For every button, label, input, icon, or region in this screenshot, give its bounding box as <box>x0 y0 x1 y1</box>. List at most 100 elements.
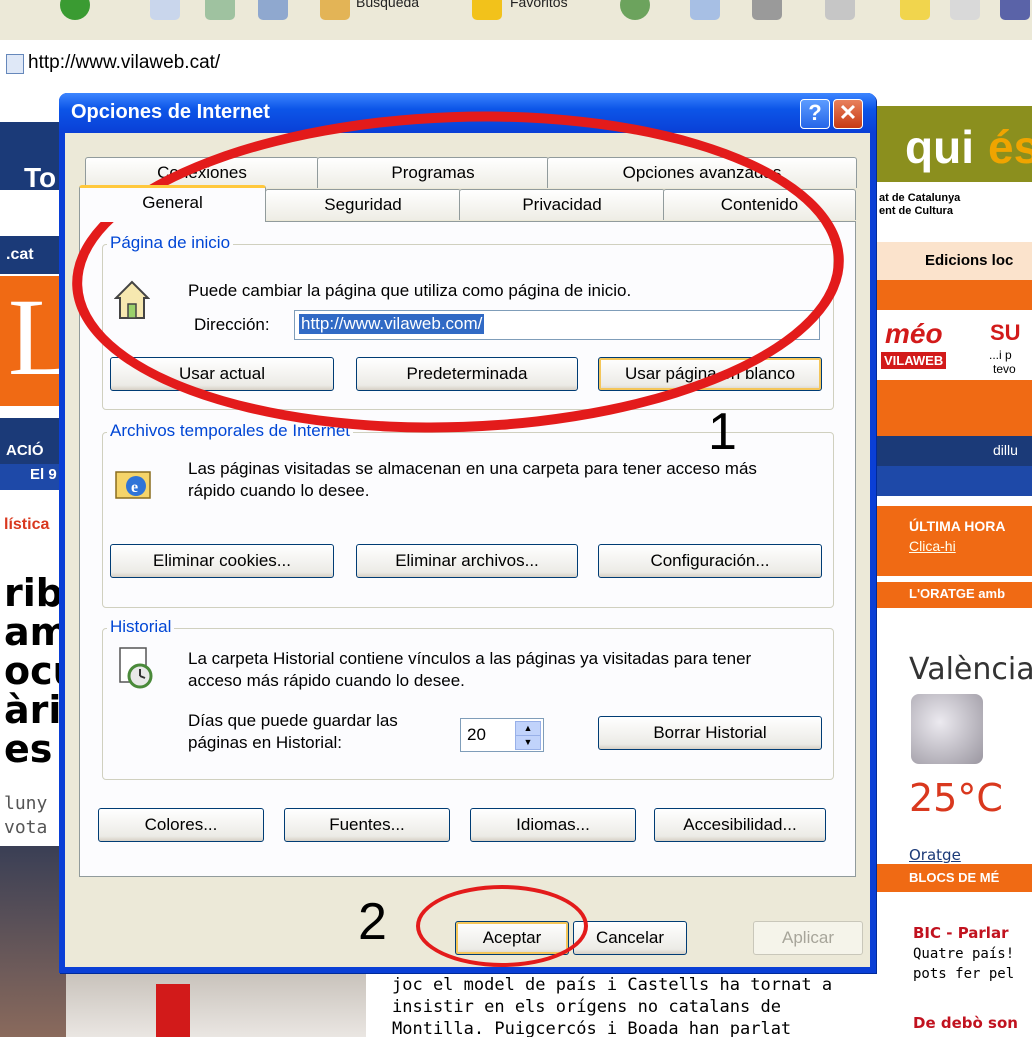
tab-contenido[interactable]: Contenido <box>663 189 856 220</box>
spin-down-icon[interactable]: ▼ <box>515 735 541 750</box>
history-desc-line2: acceso más rápido cuando lo desee. <box>188 671 465 690</box>
history-legend: Historial <box>107 617 175 637</box>
home-page-description: Puede cambiar la página que utiliza como… <box>188 281 632 300</box>
address-bar[interactable]: http://www.vilaweb.cat/ <box>0 40 1032 87</box>
stop-icon[interactable] <box>150 0 180 20</box>
left-num-text: El 9 <box>30 466 57 483</box>
settings-button[interactable]: Configuración... <box>598 544 822 578</box>
delete-files-button[interactable]: Eliminar archivos... <box>356 544 578 578</box>
blocs-header: BLOCS DE MÉ <box>909 870 1000 885</box>
left-menu-text: ACIÓ <box>6 442 44 459</box>
use-default-button[interactable]: Predeterminada <box>356 357 578 391</box>
svg-text:e: e <box>131 479 138 496</box>
right-column: qui és at de Catalunya ent de Cultura Ed… <box>875 86 1032 1037</box>
date-band-2 <box>877 466 1032 496</box>
cancel-button[interactable]: Cancelar <box>573 921 687 955</box>
favorites-star-icon[interactable] <box>472 0 502 20</box>
bic-title[interactable]: BIC - Parlar <box>913 924 1008 942</box>
days-stepper[interactable]: 20 ▲ ▼ <box>460 718 544 752</box>
brand-sub: at de Catalunya ent de Cultura <box>879 192 960 218</box>
red-cross-icon <box>156 984 190 1037</box>
dialog-titlebar[interactable]: Opciones de Internet ? ✕ <box>59 93 876 133</box>
brand-qui: qui <box>905 121 974 173</box>
debo-title[interactable]: De debò son <box>913 1014 1018 1032</box>
ie-folder-icon: e <box>114 460 152 500</box>
home-icon[interactable] <box>258 0 288 20</box>
tab-conexiones[interactable]: Conexiones <box>85 157 319 188</box>
article-line: joc el model de país i Castells ha torna… <box>392 975 833 995</box>
left-sub: luny vota <box>4 792 47 840</box>
spin-up-icon[interactable]: ▲ <box>515 721 541 736</box>
sub-line: vota <box>4 817 48 838</box>
history-icon[interactable] <box>620 0 650 20</box>
annotation-number-2: 2 <box>358 893 387 951</box>
days-label-line2: páginas en Historial: <box>188 733 343 752</box>
date-text: dillu <box>993 442 1018 458</box>
accessibility-button[interactable]: Accesibilidad... <box>654 808 826 842</box>
left-section: lística <box>4 516 50 533</box>
left-header-text: To <box>24 162 57 193</box>
promo-line3: tevo <box>993 362 1016 376</box>
use-blank-button[interactable]: Usar página en blanco <box>598 357 822 391</box>
use-current-button[interactable]: Usar actual <box>110 357 334 391</box>
search-toolbar-label[interactable]: Búsqueda <box>356 0 419 10</box>
days-label-line1: Días que puede guardar las <box>188 711 398 730</box>
oratge-link[interactable]: Oratge <box>909 846 961 864</box>
promo-meo: méo <box>885 318 943 349</box>
folder-icon[interactable] <box>900 0 930 20</box>
annotation-number-1: 1 <box>708 403 737 461</box>
edicions-link[interactable]: Edicions loc <box>925 252 1013 269</box>
edit-icon[interactable] <box>825 0 855 20</box>
brand-sub-line: at de Catalunya <box>879 192 961 204</box>
tab-general[interactable]: General <box>79 185 266 222</box>
mail-icon[interactable] <box>690 0 720 20</box>
temperature: 25°C <box>909 776 1003 820</box>
dialog-client: Conexiones Programas Opciones avanzadas … <box>65 133 870 967</box>
browser-toolbar: Búsqueda Favoritos <box>0 0 1032 41</box>
days-value: 20 <box>467 725 486 744</box>
back-icon[interactable] <box>60 0 90 20</box>
history-clock-icon <box>116 646 154 690</box>
moon-cloud-icon <box>911 694 983 764</box>
search-toolbar-icon[interactable] <box>320 0 350 20</box>
print-icon[interactable] <box>752 0 782 20</box>
home-address-value: http://www.vilaweb.com/ <box>299 314 485 334</box>
address-url[interactable]: http://www.vilaweb.cat/ <box>28 52 220 74</box>
fonts-button[interactable]: Fuentes... <box>284 808 450 842</box>
ultima-hora: ÚLTIMA HORA <box>909 518 1006 534</box>
left-nav-text: .cat <box>6 246 34 263</box>
refresh-icon[interactable] <box>205 0 235 20</box>
bic-line-2: pots fer pel <box>913 966 1015 982</box>
tab-privacidad[interactable]: Privacidad <box>459 189 665 220</box>
help-button[interactable]: ? <box>800 99 830 129</box>
delete-cookies-button[interactable]: Eliminar cookies... <box>110 544 334 578</box>
close-button[interactable]: ✕ <box>833 99 863 129</box>
clica-link[interactable]: Clica-hi <box>909 538 956 554</box>
home-page-legend: Página de inicio <box>107 233 234 253</box>
promo-vilaweb: VILAWEB <box>881 352 947 369</box>
dialog-title: Opciones de Internet <box>71 101 270 123</box>
left-photo <box>0 846 66 1037</box>
city-name: València <box>909 652 1032 687</box>
languages-button[interactable]: Idiomas... <box>470 808 636 842</box>
temp-files-legend: Archivos temporales de Internet <box>107 421 354 441</box>
temp-desc-line2: rápido cuando lo desee. <box>188 481 370 500</box>
ok-button[interactable]: Aceptar <box>455 921 569 955</box>
colors-button[interactable]: Colores... <box>98 808 264 842</box>
extra-icon[interactable] <box>1000 0 1030 20</box>
tab-opciones-avanzadas[interactable]: Opciones avanzadas <box>547 157 857 188</box>
tab-seguridad[interactable]: Seguridad <box>265 189 461 220</box>
temp-desc-line1: Las páginas visitadas se almacenan en un… <box>188 459 757 478</box>
oratge-header: L'ORATGE amb <box>909 586 1006 601</box>
messenger-icon[interactable] <box>950 0 980 20</box>
article-line: Montilla. Puigcercós i Boada han parlat <box>392 1019 792 1037</box>
brand-sub-line: ent de Cultura <box>879 205 953 217</box>
article-line: insistir en els orígens no catalans de <box>392 997 781 1017</box>
tab-programas[interactable]: Programas <box>317 157 549 188</box>
sub-line: luny <box>4 793 48 814</box>
clear-history-button[interactable]: Borrar Historial <box>598 716 822 750</box>
favorites-label[interactable]: Favoritos <box>510 0 568 10</box>
bottom-photo <box>66 974 366 1037</box>
apply-button[interactable]: Aplicar <box>753 921 863 955</box>
home-address-field[interactable]: http://www.vilaweb.com/ <box>294 310 820 340</box>
